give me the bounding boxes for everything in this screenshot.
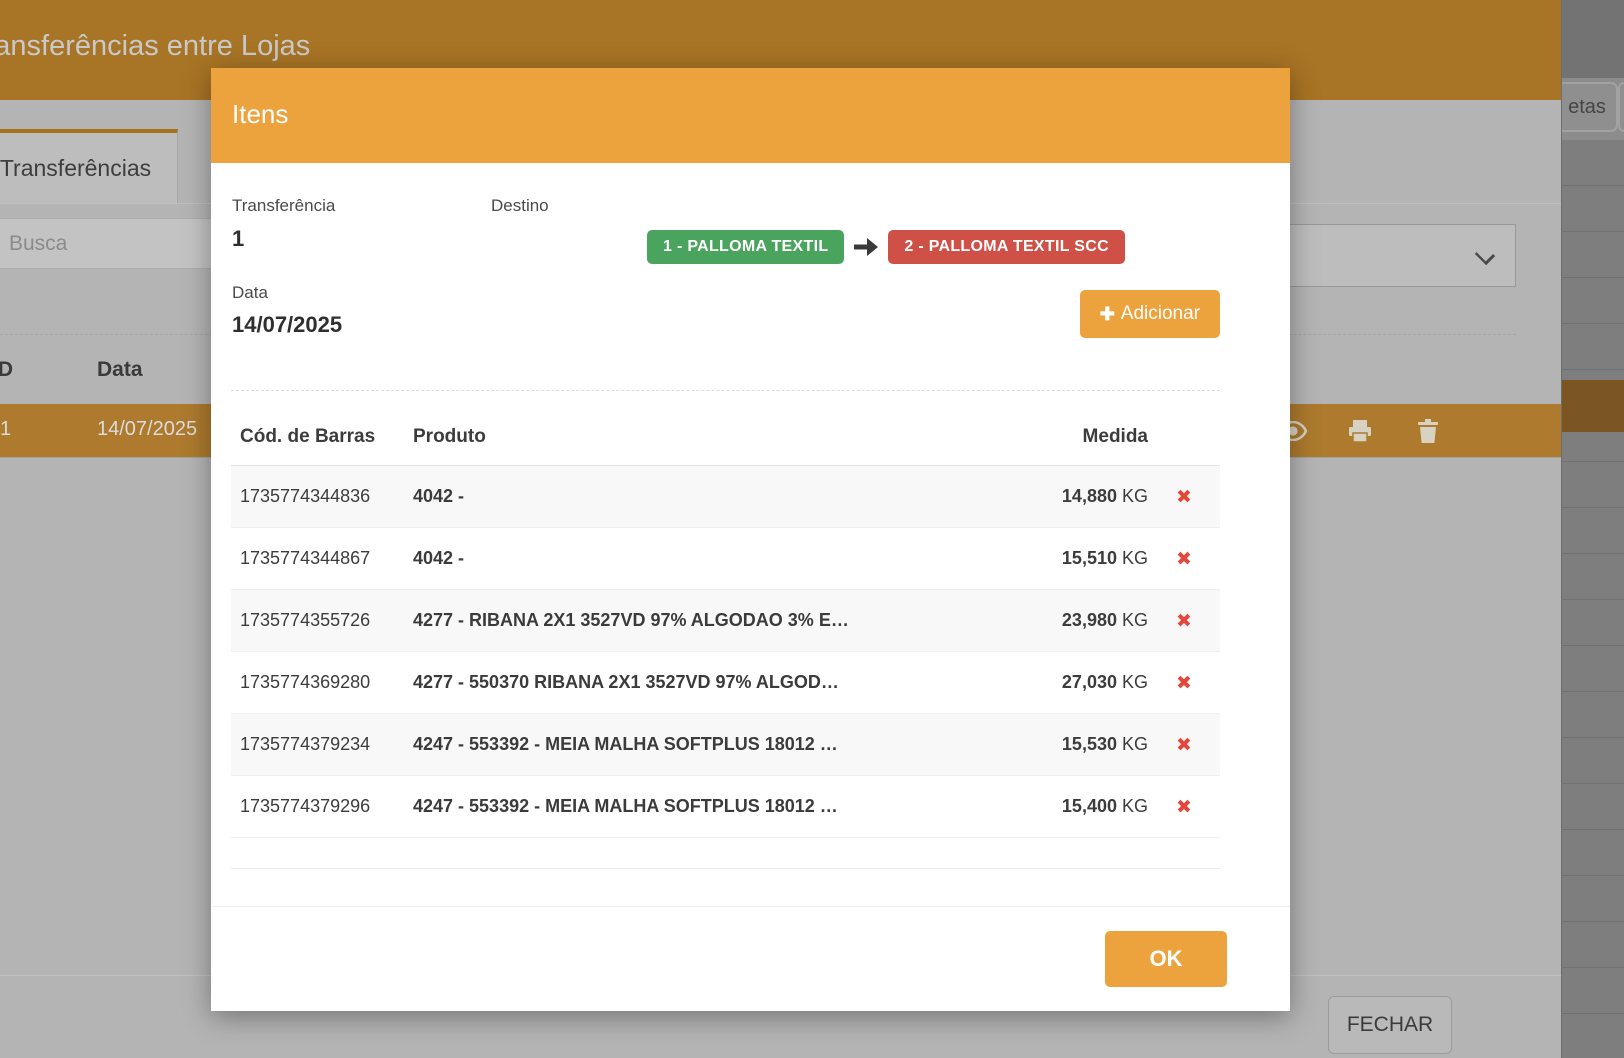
printer-icon	[1348, 419, 1372, 443]
trash-icon	[1417, 419, 1439, 443]
medida-value: 27,030	[1062, 672, 1117, 692]
header-medida: Medida	[998, 426, 1148, 448]
transferencia-label: Transferência	[232, 196, 335, 216]
cell-produto: 4042 -	[413, 486, 998, 507]
print-button[interactable]	[1348, 418, 1374, 444]
origin-badge: 1 - PALLOMA TEXTIL	[647, 230, 844, 264]
remove-item-button[interactable]: ✖	[1176, 610, 1192, 632]
background-selected-row	[1562, 380, 1624, 432]
table-bottom-divider	[231, 868, 1220, 869]
header-barcode: Cód. de Barras	[231, 426, 413, 448]
background-header	[1562, 0, 1624, 78]
modal-title: Itens	[232, 99, 288, 130]
itens-modal: Itens Transferência 1 Destino 1 - PALLOM…	[211, 68, 1290, 1011]
delete-button[interactable]	[1417, 418, 1443, 444]
medida-value: 23,980	[1062, 610, 1117, 630]
cell-produto: 4277 - 550370 RIBANA 2X1 3527VD 97% ALGO…	[413, 672, 998, 693]
medida-unit: KG	[1117, 734, 1148, 754]
cell-medida: 14,880 KG	[998, 486, 1148, 507]
medida-unit: KG	[1117, 796, 1148, 816]
data-label: Data	[232, 283, 268, 303]
adicionar-label: Adicionar	[1121, 303, 1200, 325]
cell-actions: ✖	[1148, 796, 1220, 818]
remove-item-button[interactable]: ✖	[1176, 796, 1192, 818]
cell-medida: 15,530 KG	[998, 734, 1148, 755]
cell-barcode: 1735774344867	[231, 548, 413, 569]
remove-item-button[interactable]: ✖	[1176, 734, 1192, 756]
medida-value: 14,880	[1062, 486, 1117, 506]
cell-medida: 15,400 KG	[998, 796, 1148, 817]
modal-header: Itens	[211, 68, 1290, 163]
tab-transferencias[interactable]: Transferências	[0, 129, 178, 203]
etiquetas-button-partial[interactable]: etas	[1561, 82, 1618, 132]
column-header-data: Data	[97, 358, 143, 382]
cell-barcode: 1735774355726	[231, 610, 413, 631]
transfer-route: 1 - PALLOMA TEXTIL 2 - PALLOMA TEXTIL SC…	[647, 230, 1125, 264]
table-row: 1735774379234 4247 - 553392 - MEIA MALHA…	[231, 714, 1220, 776]
cell-barcode: 1735774369280	[231, 672, 413, 693]
cell-barcode: 1735774379234	[231, 734, 413, 755]
remove-item-button[interactable]: ✖	[1176, 548, 1192, 570]
chevron-down-icon	[1475, 245, 1495, 265]
cell-medida: 27,030 KG	[998, 672, 1148, 693]
row-date: 14/07/2025	[97, 418, 197, 441]
page-title: Transferências entre Lojas	[0, 30, 310, 63]
cell-barcode: 1735774379296	[231, 796, 413, 817]
medida-unit: KG	[1117, 672, 1148, 692]
table-row: 1735774355726 4277 - RIBANA 2X1 3527VD 9…	[231, 590, 1220, 652]
background-button-sliver[interactable]	[1618, 82, 1624, 132]
cell-barcode: 1735774344836	[231, 486, 413, 507]
tab-label: Transferências	[0, 155, 151, 182]
items-table-header: Cód. de Barras Produto Medida	[231, 408, 1220, 466]
cell-actions: ✖	[1148, 548, 1220, 570]
items-table: Cód. de Barras Produto Medida 1735774344…	[231, 408, 1220, 838]
medida-unit: KG	[1117, 548, 1148, 568]
cell-produto: 4247 - 553392 - MEIA MALHA SOFTPLUS 1801…	[413, 796, 998, 817]
cell-produto: 4247 - 553392 - MEIA MALHA SOFTPLUS 1801…	[413, 734, 998, 755]
remove-item-button[interactable]: ✖	[1176, 486, 1192, 508]
table-row: 1735774369280 4277 - 550370 RIBANA 2X1 3…	[231, 652, 1220, 714]
data-value: 14/07/2025	[232, 312, 342, 338]
plus-icon: ✚	[1100, 304, 1115, 325]
medida-value: 15,400	[1062, 796, 1117, 816]
column-header-id: ID	[0, 358, 13, 382]
table-row: 1735774344867 4042 - 15,510 KG ✖	[231, 528, 1220, 590]
remove-item-button[interactable]: ✖	[1176, 672, 1192, 694]
modal-section-divider	[231, 390, 1220, 391]
background-table-rows	[1562, 140, 1624, 1058]
background-toolbar: etas	[1562, 78, 1624, 140]
table-row: 1735774379296 4247 - 553392 - MEIA MALHA…	[231, 776, 1220, 838]
row-id: 1	[0, 418, 11, 441]
adicionar-button[interactable]: ✚ Adicionar	[1080, 290, 1220, 338]
medida-unit: KG	[1117, 610, 1148, 630]
medida-unit: KG	[1117, 486, 1148, 506]
fechar-button[interactable]: FECHAR	[1328, 996, 1452, 1054]
cell-actions: ✖	[1148, 672, 1220, 694]
background-page-strip: etas	[1561, 0, 1624, 1058]
screen: Transferências entre Lojas Transferência…	[0, 0, 1624, 1058]
cell-actions: ✖	[1148, 610, 1220, 632]
row-actions	[1279, 404, 1443, 458]
cell-actions: ✖	[1148, 486, 1220, 508]
medida-value: 15,510	[1062, 548, 1117, 568]
ok-button[interactable]: OK	[1105, 931, 1227, 987]
table-row: 1735774344836 4042 - 14,880 KG ✖	[231, 466, 1220, 528]
cell-medida: 23,980 KG	[998, 610, 1148, 631]
cell-produto: 4277 - RIBANA 2X1 3527VD 97% ALGODAO 3% …	[413, 610, 998, 631]
cell-actions: ✖	[1148, 734, 1220, 756]
destination-badge: 2 - PALLOMA TEXTIL SCC	[888, 230, 1125, 264]
header-produto: Produto	[413, 426, 998, 448]
cell-medida: 15,510 KG	[998, 548, 1148, 569]
destino-label: Destino	[491, 196, 549, 216]
medida-value: 15,530	[1062, 734, 1117, 754]
arrow-right-icon	[853, 235, 879, 259]
transferencia-value: 1	[232, 226, 244, 252]
modal-footer-divider	[211, 906, 1290, 907]
cell-produto: 4042 -	[413, 548, 998, 569]
